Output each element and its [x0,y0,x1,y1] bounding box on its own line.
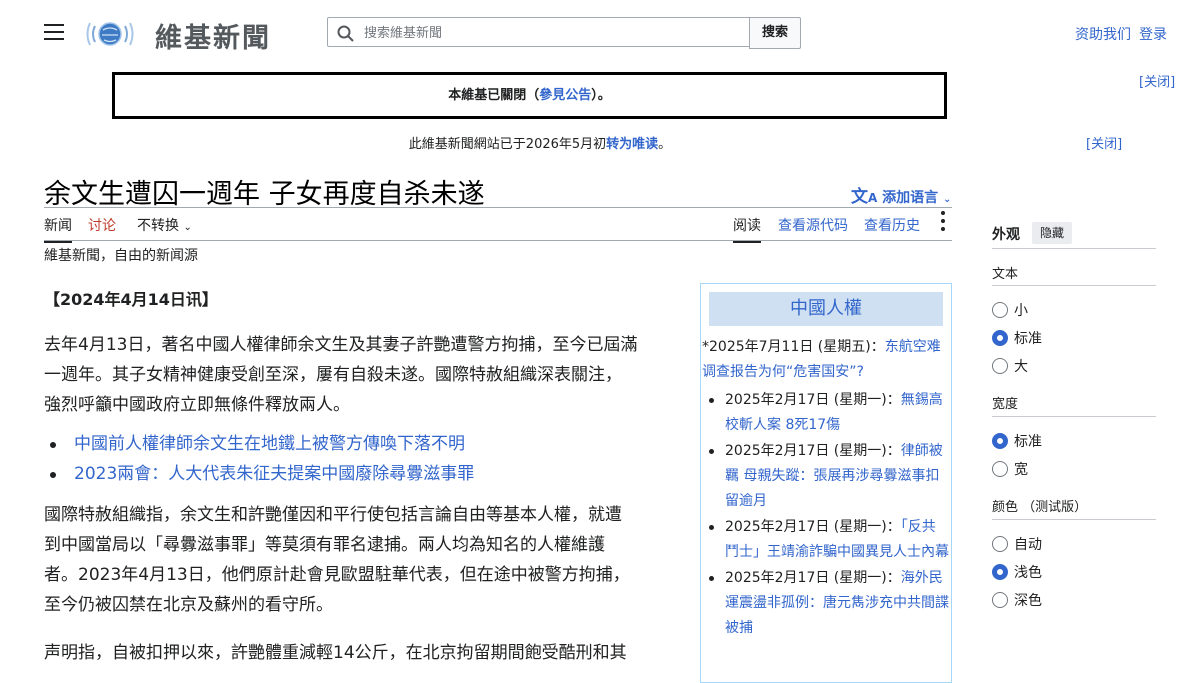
notice-text: 本維基已關閉（ [448,88,540,103]
appearance-title: 外观 [992,227,1020,243]
text-line: 到中國當局以「尋釁滋事罪」等莫須有罪名逮捕。兩人均為知名的人權維護 [44,535,605,555]
radio-label: 大 [1014,359,1028,375]
site-wordmark[interactable]: 維基新聞 [155,16,271,55]
related-article-link[interactable]: 中國前人權律師余文生在地鐵上被警方傳喚下落不明 [74,434,465,454]
notice-text-end: ）。 [591,88,611,103]
news-date: *2025年7月11日 (星期五)： [702,339,885,355]
news-date: 2025年2月17日 (星期一)： [725,392,901,408]
radio-icon [992,302,1008,318]
radio-icon [992,461,1008,477]
news-date: 2025年2月17日 (星期一)： [725,570,901,586]
radio-icon [992,358,1008,374]
main-menu-button[interactable] [44,24,64,42]
chevron-down-icon: ⌄ [943,194,952,205]
width-standard-radio[interactable]: 标准 [992,431,1042,451]
text-line: 去年4月13日，著名中國人權律師余文生及其妻子許艷遭警方拘捕，至今已屆滿 [44,335,638,355]
radio-icon [992,592,1008,608]
text-size-large-radio[interactable]: 大 [992,356,1028,376]
hide-appearance-button[interactable]: 隐藏 [1032,222,1072,244]
site-tagline: 維基新聞，自由的新闻源 [44,248,198,264]
login-link[interactable]: 登录 [1139,24,1167,44]
related-links-list: 中國前人權律師余文生在地鐵上被警方傳喚下落不明 2023兩會：人大代表朱征夫提案… [50,429,684,489]
text-size-small-radio[interactable]: 小 [992,300,1028,320]
divider [992,519,1156,520]
article-paragraph-1: 去年4月13日，著名中國人權律師余文生及其妻子許艷遭警方拘捕，至今已屆滿 一週年… [44,330,684,420]
readonly-link[interactable]: 转为唯读 [606,137,658,152]
width-wide-radio[interactable]: 宽 [992,459,1028,479]
chevron-down-icon: ⌄ [183,222,192,233]
wikinews-logo-icon[interactable] [84,14,136,54]
list-item: 中國前人權律師余文生在地鐵上被警方傳喚下落不明 [50,429,684,459]
text-line: 國際特赦組織指，余文生和許艷僅因和平行使包括言論自由等基本人權，就遭 [44,505,622,525]
text-line: 者。2023年4月13日，他們原計赴會見歐盟駐華代表，但在途中被警方拘捕， [44,565,630,585]
radio-checked-icon [992,330,1008,346]
width-heading: 宽度 [992,397,1019,412]
title-divider [44,207,952,208]
radio-label: 自动 [1014,537,1042,553]
divider [992,416,1156,417]
radio-label: 深色 [1014,593,1042,609]
color-auto-radio[interactable]: 自动 [992,534,1042,554]
news-date: 2025年2月17日 (星期一)： [725,443,901,459]
color-light-radio[interactable]: 浅色 [992,562,1042,582]
sidebox-title[interactable]: 中國人權 [709,292,943,326]
add-language-label: 添加语言 [882,190,939,206]
readonly-notice: 此維基新聞網站已于2026年5月初转为唯读。 [300,133,780,152]
radio-label: 标准 [1014,331,1042,347]
donate-link[interactable]: 资助我们 [1075,24,1131,44]
radio-checked-icon [992,433,1008,449]
translate-icon: 文A [851,187,878,207]
text-line: 一週年。其子女精神健康受創至深，屢有自殺未遂。國際特赦組織深表關注， [44,365,622,385]
search-icon [337,25,354,46]
divider [992,285,1156,286]
close-readonly-notice-link[interactable]: [关闭] [1086,133,1122,152]
text-size-standard-radio[interactable]: 标准 [992,328,1042,348]
sidebox-news-list: 2025年2月17日 (星期一)：無錫高校斬人案 8死17傷 2025年2月17… [709,388,949,642]
tabs-divider [44,240,952,241]
more-actions-icon[interactable] [937,211,949,235]
tab-history[interactable]: 查看历史 [864,215,920,241]
article-paragraph-2: 國際特赦組織指，余文生和許艷僅因和平行使包括言論自由等基本人權，就遭 到中國當局… [44,500,684,620]
sidebox-intro: *2025年7月11日 (星期五)：东航空难调查报告为何“危害国安”? [702,335,948,385]
text-line: 至今仍被囚禁在北京及蘇州的看守所。 [44,595,333,615]
tab-discussion[interactable]: 讨论 [88,215,116,241]
article-dateline: 【2024年4月14日讯】 [44,290,218,309]
notice-announcement-link[interactable]: 參見公告 [539,88,591,103]
radio-icon [992,536,1008,552]
list-item: 2025年2月17日 (星期一)：「反共鬥士」王靖渝詐騙中國異見人士內幕 [709,515,949,565]
article-paragraph-3: 声明指，自被扣押以來，許艷體重減輕14公斤，在北京拘留期間飽受酷刑和其 [44,638,684,668]
text-line: 声明指，自被扣押以來，許艷體重減輕14公斤，在北京拘留期間飽受酷刑和其 [44,643,627,663]
tab-view-source[interactable]: 查看源代码 [778,215,848,241]
radio-label: 宽 [1014,462,1028,478]
tab-read[interactable]: 阅读 [733,215,761,243]
variant-dropdown[interactable]: 不转换 ⌄ [137,215,192,241]
color-heading: 颜色 （测试版） [992,500,1088,515]
readonly-notice-end: 。 [658,137,672,152]
page-title: 余文生遭囚一週年 子女再度自杀未遂 [44,179,485,210]
search-input[interactable] [362,22,746,44]
radio-label: 浅色 [1014,565,1042,581]
search-button[interactable]: 搜索 [749,17,801,49]
related-article-link[interactable]: 2023兩會：人大代表朱征夫提案中國廢除尋釁滋事罪 [74,464,474,484]
text-line: 強烈呼籲中國政府立即無條件釋放兩人。 [44,395,350,415]
radio-label: 标准 [1014,434,1042,450]
divider [992,248,1156,249]
news-date: 2025年2月17日 (星期一)： [725,519,901,535]
search-field[interactable] [327,17,750,47]
close-site-notice-link[interactable]: [关闭] [1139,71,1175,90]
radio-label: 小 [1014,303,1028,319]
tab-article[interactable]: 新闻 [44,215,72,243]
readonly-notice-text: 此維基新聞網站已于2026年5月初 [408,137,607,152]
add-language-button[interactable]: 文A 添加语言 ⌄ [851,182,951,207]
list-item: 2025年2月17日 (星期一)：無錫高校斬人案 8死17傷 [709,388,949,438]
china-human-rights-box: 中國人權 *2025年7月11日 (星期五)：东航空难调查报告为何“危害国安”?… [700,283,952,683]
color-dark-radio[interactable]: 深色 [992,590,1042,610]
list-item: 2023兩會：人大代表朱征夫提案中國廢除尋釁滋事罪 [50,459,684,489]
list-item: 2025年2月17日 (星期一)：律師被羈 母親失蹤：張展再涉尋釁滋事扣留逾月 [709,439,949,514]
radio-checked-icon [992,564,1008,580]
variant-label: 不转换 [137,218,179,234]
text-size-heading: 文本 [992,267,1019,282]
list-item: 2025年2月17日 (星期一)：海外民運震盪非孤例：唐元雋涉充中共間諜被捕 [709,566,949,641]
site-notice-banner: 本維基已關閉（參見公告）。 [112,72,947,119]
